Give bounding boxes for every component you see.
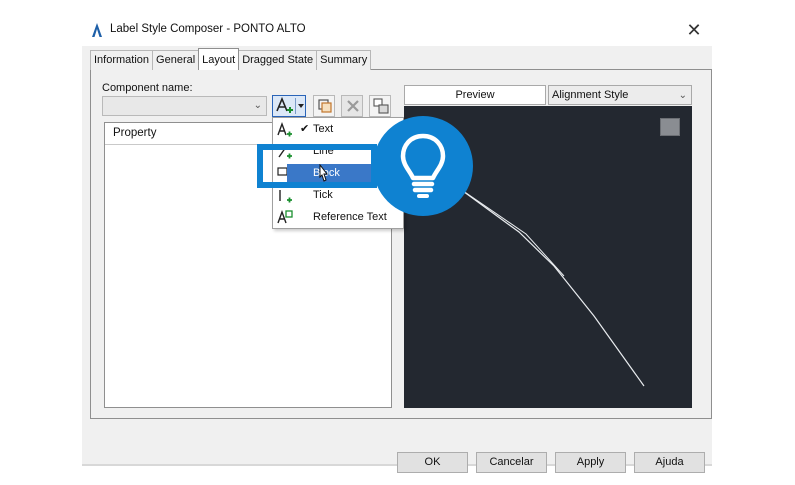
zoom-extents-button[interactable]: [660, 118, 680, 136]
copy-component-button[interactable]: [313, 95, 335, 117]
reference-text-component-icon: [277, 209, 293, 224]
lightbulb-icon: [400, 133, 446, 198]
check-icon: ✔: [300, 123, 310, 135]
component-draw-order-icon: [373, 98, 389, 114]
apply-button[interactable]: Apply: [555, 452, 626, 473]
delete-component-button[interactable]: [341, 95, 363, 117]
copy-component-icon: [318, 99, 332, 113]
preview-style-select[interactable]: Alignment Style ⌄: [548, 85, 692, 105]
autocad-logo-icon: [92, 23, 102, 37]
tab-strip: Information General Layout Dragged State…: [90, 48, 372, 70]
title-bar: Label Style Composer - PONTO ALTO ✕: [82, 14, 712, 46]
tab-layout[interactable]: Layout: [198, 48, 240, 70]
tab-general[interactable]: General: [152, 50, 200, 70]
help-button[interactable]: Ajuda: [634, 452, 705, 473]
component-name-label: Component name:: [102, 82, 193, 94]
close-icon[interactable]: ✕: [684, 20, 704, 40]
add-component-button[interactable]: [272, 95, 306, 117]
tab-information[interactable]: Information: [90, 50, 154, 70]
menu-item-label: Tick: [313, 189, 333, 201]
text-component-icon: [277, 121, 292, 137]
component-name-select[interactable]: ⌄: [102, 96, 267, 116]
label-style-composer-dialog: Label Style Composer - PONTO ALTO ✕ Info…: [82, 14, 712, 473]
preview-style-value: Alignment Style: [552, 89, 629, 101]
tab-dragged-state[interactable]: Dragged State: [238, 50, 318, 70]
mouse-pointer-icon: [319, 164, 329, 182]
delete-component-icon: [347, 100, 359, 112]
window-title: Label Style Composer - PONTO ALTO: [110, 23, 306, 35]
add-text-component-icon: [276, 96, 304, 114]
property-column-label: Property: [113, 127, 157, 139]
cancel-button[interactable]: Cancelar: [476, 452, 547, 473]
tick-component-icon: [279, 190, 292, 203]
tab-summary[interactable]: Summary: [316, 50, 372, 70]
chevron-down-icon: ⌄: [253, 100, 262, 111]
chevron-down-icon: ⌄: [678, 90, 687, 101]
tip-badge: [373, 116, 473, 216]
ok-button[interactable]: OK: [397, 452, 468, 473]
draw-order-button[interactable]: [369, 95, 391, 117]
preview-tab[interactable]: Preview: [404, 85, 546, 105]
menu-item-label: Text: [313, 123, 334, 135]
